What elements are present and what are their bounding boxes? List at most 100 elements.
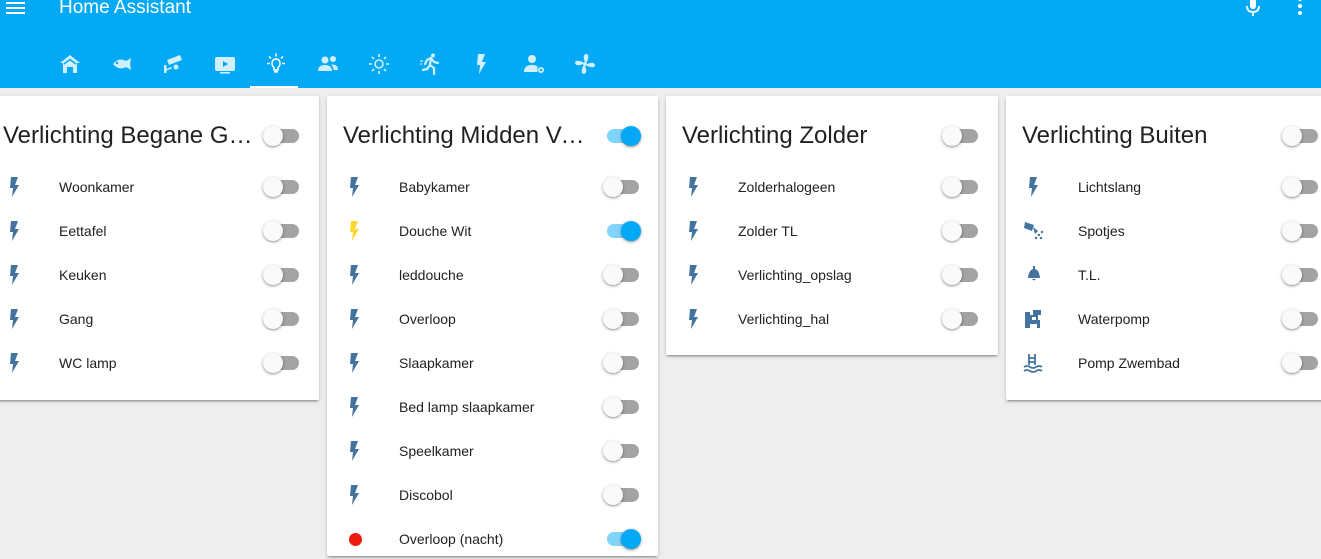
entity-toggle[interactable] xyxy=(263,175,303,199)
flash-icon xyxy=(1022,175,1046,199)
entity-row: Douche Wit xyxy=(327,211,658,251)
entity-toggle[interactable] xyxy=(603,175,643,199)
toggle-knob xyxy=(603,353,623,373)
menu-button[interactable] xyxy=(5,0,27,18)
entity-name: Woonkamer xyxy=(59,179,135,195)
card-title: Verlichting Buiten xyxy=(1022,122,1208,149)
toggle-knob xyxy=(942,265,962,285)
tab-fish[interactable] xyxy=(96,40,148,88)
flash-icon xyxy=(3,219,27,243)
entity-toggle[interactable] xyxy=(603,263,643,287)
entity-name: Bed lamp slaapkamer xyxy=(399,399,535,415)
entity-toggle[interactable] xyxy=(263,219,303,243)
tab-security-camera[interactable] xyxy=(147,40,199,88)
flash-icon xyxy=(343,175,367,199)
voice-command-button[interactable] xyxy=(1244,0,1262,18)
toggle-knob xyxy=(263,265,283,285)
tab-flash[interactable] xyxy=(456,40,508,88)
entity-toggle[interactable] xyxy=(1282,307,1321,331)
group-toggle[interactable] xyxy=(1282,124,1321,148)
toggle-knob xyxy=(942,309,962,329)
entity-row: Overloop xyxy=(327,299,658,339)
tab-youtube-tv[interactable] xyxy=(199,40,251,88)
card-title: Verlichting Begane Grond xyxy=(3,122,253,149)
entity-toggle[interactable] xyxy=(263,263,303,287)
toggle-knob xyxy=(621,529,641,549)
entity-name: Gang xyxy=(59,311,94,327)
entity-toggle[interactable] xyxy=(942,175,982,199)
entity-row: Verlichting_hal xyxy=(666,299,998,339)
toggle-knob xyxy=(1282,265,1302,285)
entity-toggle[interactable] xyxy=(603,439,643,463)
entity-row: Babykamer xyxy=(327,167,658,207)
toggle-knob xyxy=(603,309,623,329)
entity-toggle[interactable] xyxy=(603,395,643,419)
group-card: Verlichting Buiten Lichtslang Spotjes T.L. W… xyxy=(1006,96,1321,400)
flash-icon xyxy=(477,54,486,74)
account-multiple-icon xyxy=(317,56,338,71)
tab-run[interactable] xyxy=(405,40,457,88)
entity-row: WC lamp xyxy=(0,343,319,383)
account-settings-icon xyxy=(523,55,544,73)
flash-icon xyxy=(682,175,706,199)
entity-name: Spotjes xyxy=(1078,223,1125,239)
entity-toggle[interactable] xyxy=(1282,263,1321,287)
entity-row: Discobol xyxy=(327,475,658,515)
entity-name: Waterpomp xyxy=(1078,311,1150,327)
group-card: Verlichting Zolder Zolderhalogeen Zolder T… xyxy=(666,96,998,355)
entity-name: Overloop (nacht) xyxy=(399,531,504,547)
entity-toggle[interactable] xyxy=(1282,219,1321,243)
entity-name: Verlichting_opslag xyxy=(738,267,852,283)
flash-icon xyxy=(682,219,706,243)
entity-toggle[interactable] xyxy=(942,263,982,287)
toggle-knob xyxy=(1282,177,1302,197)
entity-row: Zolderhalogeen xyxy=(666,167,998,207)
entity-toggle[interactable] xyxy=(603,219,643,243)
group-toggle[interactable] xyxy=(603,124,643,148)
entity-row: Lichtslang xyxy=(1006,167,1321,207)
flash-icon xyxy=(343,483,367,507)
run-icon xyxy=(419,53,439,76)
entity-toggle[interactable] xyxy=(603,527,643,551)
tab-account-multiple[interactable] xyxy=(302,40,354,88)
home-icon xyxy=(60,55,80,73)
entity-toggle[interactable] xyxy=(603,483,643,507)
entity-toggle[interactable] xyxy=(603,307,643,331)
microphone-icon xyxy=(1246,0,1260,16)
entity-toggle[interactable] xyxy=(263,351,303,375)
toggle-knob xyxy=(1282,353,1302,373)
entity-row: leddouche xyxy=(327,255,658,295)
toggle-knob xyxy=(942,126,962,146)
toggle-knob xyxy=(263,353,283,373)
entity-name: Pomp Zwembad xyxy=(1078,355,1180,371)
entity-name: Babykamer xyxy=(399,179,470,195)
entity-name: Zolder TL xyxy=(738,223,798,239)
entity-name: T.L. xyxy=(1078,267,1101,283)
entity-toggle[interactable] xyxy=(1282,175,1321,199)
toggle-knob xyxy=(263,309,283,329)
entity-row: Pomp Zwembad xyxy=(1006,343,1321,383)
tab-fan[interactable] xyxy=(559,40,611,88)
entity-row: Overloop (nacht) xyxy=(327,519,658,559)
flash-icon xyxy=(3,307,27,331)
entity-toggle[interactable] xyxy=(263,307,303,331)
entity-toggle[interactable] xyxy=(603,351,643,375)
toggle-knob xyxy=(263,126,283,146)
entity-toggle[interactable] xyxy=(942,219,982,243)
toggle-knob xyxy=(942,221,962,241)
more-options-button[interactable] xyxy=(1293,0,1307,18)
toggle-knob xyxy=(603,485,623,505)
entity-row: Speelkamer xyxy=(327,431,658,471)
group-toggle[interactable] xyxy=(263,124,303,148)
tab-lightbulb-on[interactable] xyxy=(250,40,302,88)
tab-home[interactable] xyxy=(44,40,96,88)
entity-toggle[interactable] xyxy=(942,307,982,331)
flash-icon xyxy=(343,439,367,463)
entity-row: Gang xyxy=(0,299,319,339)
tab-sunny[interactable] xyxy=(353,40,405,88)
flash-icon xyxy=(3,351,27,375)
group-toggle[interactable] xyxy=(942,124,982,148)
entity-toggle[interactable] xyxy=(1282,351,1321,375)
tab-account-settings[interactable] xyxy=(508,40,560,88)
flash-icon xyxy=(343,219,367,243)
